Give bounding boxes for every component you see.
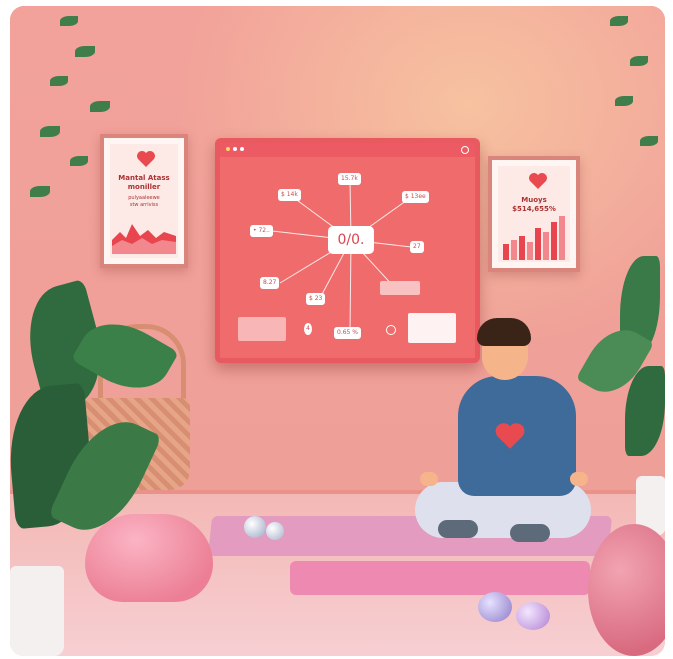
scene-image: Mantal Atass moniller pulyaaleewe stw ar…	[10, 6, 665, 656]
person-shoe-right	[510, 524, 550, 542]
right-poster-value: $514,655%	[512, 205, 556, 213]
left-poster-title: Mantal Atass	[118, 174, 170, 182]
metric-card	[238, 317, 286, 341]
hanging-vine-right	[600, 6, 665, 206]
left-poster-subtitle: moniller	[127, 183, 161, 191]
left-poster-line-2: stw arriviss	[129, 202, 159, 208]
heart-icon	[495, 423, 525, 449]
small-ball	[266, 522, 284, 540]
heart-icon	[137, 151, 155, 167]
heart-icon	[529, 173, 547, 189]
metric-card	[380, 281, 420, 295]
small-ball	[244, 516, 266, 538]
person-shoe-left	[438, 520, 478, 538]
yoga-mat-front	[290, 561, 590, 595]
metric-label: 15.7k	[338, 173, 361, 185]
area-chart-graphic	[112, 224, 176, 254]
metric-label: 0.65 %	[334, 327, 361, 339]
mini-chart-card	[408, 313, 456, 343]
metric-label: 4	[304, 323, 312, 335]
metric-label: 8.27	[260, 277, 280, 289]
left-poster: Mantal Atass moniller pulyaaleewe stw ar…	[100, 134, 188, 268]
metric-label: • 72..	[250, 225, 273, 237]
center-metric: 0/0.	[328, 226, 374, 254]
dashboard-monitor: 15.7k $ 14k $ 13ee • 72.. 0/0. 27 8.27 $…	[215, 138, 480, 363]
metric-label: 27	[410, 241, 424, 253]
metric-label: $ 13ee	[402, 191, 429, 203]
person-hand-right	[570, 472, 588, 486]
small-ball	[516, 602, 550, 630]
bar-chart-graphic	[503, 216, 565, 260]
plant-right	[575, 246, 665, 496]
plant-pot-left	[10, 566, 64, 656]
right-poster-title: Muoys	[521, 196, 547, 204]
person-hand-left	[420, 472, 438, 486]
metric-label: $ 14k	[278, 189, 301, 201]
small-ball	[478, 592, 512, 622]
right-poster: Muoys $514,655%	[488, 156, 580, 272]
settings-icon	[386, 325, 396, 335]
metric-label: $ 23	[306, 293, 326, 305]
person-hair	[477, 318, 531, 346]
